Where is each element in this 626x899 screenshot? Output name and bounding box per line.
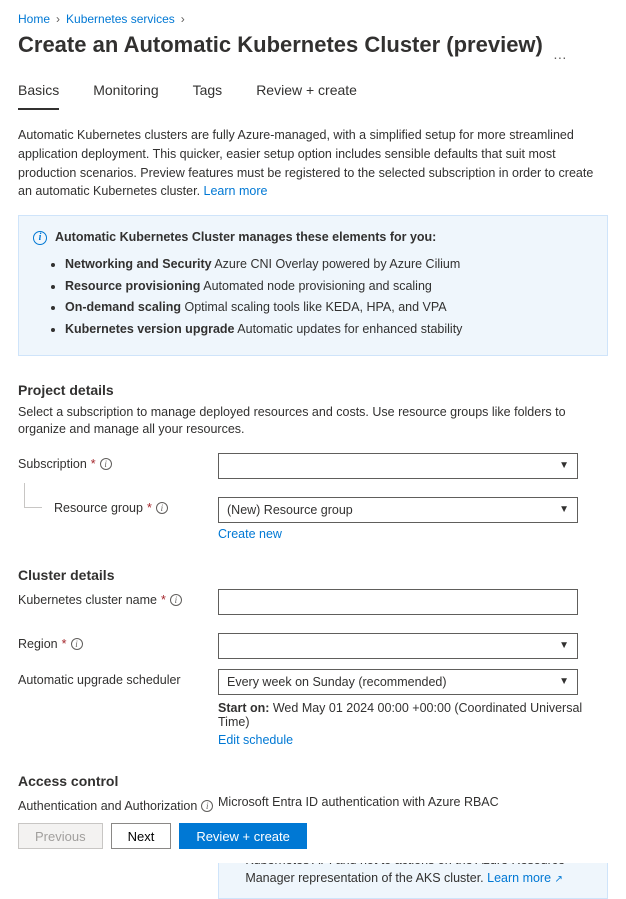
required-indicator: * xyxy=(91,457,96,471)
infobox-heading: Automatic Kubernetes Cluster manages the… xyxy=(55,228,436,247)
intro-text: Automatic Kubernetes clusters are fully … xyxy=(18,126,608,201)
tabs: Basics Monitoring Tags Review + create xyxy=(18,76,608,110)
required-indicator: * xyxy=(62,637,67,651)
create-new-link[interactable]: Create new xyxy=(218,527,282,541)
breadcrumb-home[interactable]: Home xyxy=(18,12,50,26)
managed-item: On-demand scaling Optimal scaling tools … xyxy=(65,298,593,317)
chevron-down-icon: ▼ xyxy=(559,460,569,471)
upgrade-scheduler-select[interactable]: Every week on Sunday (recommended) ▼ xyxy=(218,669,578,695)
wizard-footer: Previous Next Review + create xyxy=(0,813,626,863)
resource-group-select[interactable]: (New) Resource group ▼ xyxy=(218,497,578,523)
more-actions-icon[interactable]: … xyxy=(553,46,568,62)
region-select[interactable]: ▼ xyxy=(218,633,578,659)
info-icon[interactable]: i xyxy=(156,502,168,514)
chevron-down-icon: ▼ xyxy=(559,504,569,515)
project-details-desc: Select a subscription to manage deployed… xyxy=(18,404,608,439)
chevron-down-icon: ▼ xyxy=(559,676,569,687)
start-on-text: Start on: Wed May 01 2024 00:00 +00:00 (… xyxy=(218,701,608,729)
next-button[interactable]: Next xyxy=(111,823,172,849)
tab-review-create[interactable]: Review + create xyxy=(256,76,357,109)
cluster-name-input[interactable] xyxy=(218,589,578,615)
chevron-down-icon: ▼ xyxy=(559,640,569,651)
tab-tags[interactable]: Tags xyxy=(193,76,223,109)
review-create-button[interactable]: Review + create xyxy=(179,823,307,849)
subscription-label: Subscription xyxy=(18,457,87,471)
region-label: Region xyxy=(18,637,58,651)
auth-value: Microsoft Entra ID authentication with A… xyxy=(218,795,608,809)
info-icon[interactable]: i xyxy=(71,638,83,650)
required-indicator: * xyxy=(161,593,166,607)
auth-label: Authentication and Authorization xyxy=(18,799,197,813)
required-indicator: * xyxy=(147,501,152,515)
upgrade-scheduler-label: Automatic upgrade scheduler xyxy=(18,673,181,687)
cluster-name-label: Kubernetes cluster name xyxy=(18,593,157,607)
info-icon: i xyxy=(33,231,47,245)
chevron-right-icon: › xyxy=(56,12,60,26)
previous-button: Previous xyxy=(18,823,103,849)
breadcrumb: Home › Kubernetes services › xyxy=(18,12,608,26)
info-icon[interactable]: i xyxy=(170,594,182,606)
managed-elements-infobox: i Automatic Kubernetes Cluster manages t… xyxy=(18,215,608,356)
section-cluster-details: Cluster details xyxy=(18,567,608,583)
section-access-control: Access control xyxy=(18,773,608,789)
section-project-details: Project details xyxy=(18,382,608,398)
chevron-right-icon: › xyxy=(181,12,185,26)
page-title: Create an Automatic Kubernetes Cluster (… xyxy=(18,32,543,58)
tab-basics[interactable]: Basics xyxy=(18,76,59,110)
subscription-select[interactable]: ▼ xyxy=(218,453,578,479)
external-link-icon: ↗ xyxy=(555,874,563,885)
edit-schedule-link[interactable]: Edit schedule xyxy=(218,733,293,747)
rbac-learn-more-link[interactable]: Learn more ↗ xyxy=(487,869,563,888)
info-icon[interactable]: i xyxy=(201,800,213,812)
managed-item: Networking and Security Azure CNI Overla… xyxy=(65,255,593,274)
breadcrumb-kubernetes-services[interactable]: Kubernetes services xyxy=(66,12,175,26)
managed-item: Kubernetes version upgrade Automatic upd… xyxy=(65,320,593,339)
resource-group-label: Resource group xyxy=(54,501,143,515)
info-icon[interactable]: i xyxy=(100,458,112,470)
learn-more-link[interactable]: Learn more xyxy=(204,184,268,198)
tab-monitoring[interactable]: Monitoring xyxy=(93,76,158,109)
managed-item: Resource provisioning Automated node pro… xyxy=(65,277,593,296)
